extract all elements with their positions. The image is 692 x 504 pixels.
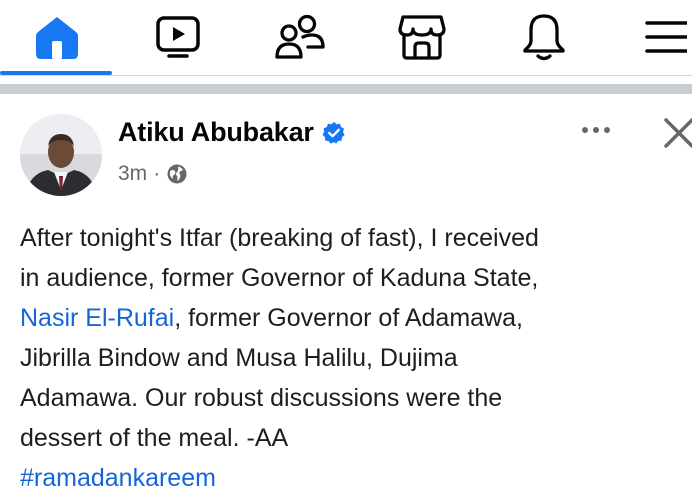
post-meta: 3m · — [118, 162, 188, 186]
post-text-line: Jibrilla Bindow and Musa Halilu, Dujima — [20, 344, 458, 372]
nav-menu[interactable] — [638, 0, 692, 74]
post-options-button[interactable] — [574, 112, 618, 148]
marketplace-icon — [398, 15, 446, 60]
close-icon — [664, 118, 692, 148]
post-card: Atiku Abubakar 3m · After tonight's Itfa… — [0, 94, 692, 504]
post-text-line: dessert of the meal. -AA — [20, 424, 289, 452]
hide-post-button[interactable] — [658, 112, 692, 152]
post-text-fragment: , former Governor of Adamawa, — [174, 304, 523, 332]
menu-icon — [645, 21, 687, 53]
hashtag-link[interactable]: #ramadankareem — [20, 458, 692, 498]
feed-separator — [0, 84, 692, 94]
nav-video[interactable] — [150, 0, 206, 74]
post-body: After tonight's Itfar (breaking of fast)… — [20, 218, 692, 498]
friends-icon — [275, 14, 325, 59]
meta-separator: · — [153, 162, 161, 185]
author-name[interactable]: Atiku Abubakar — [118, 117, 314, 148]
author-row: Atiku Abubakar — [118, 117, 346, 148]
verified-badge-icon — [322, 121, 345, 144]
globe-icon — [167, 164, 187, 184]
home-icon — [36, 17, 78, 59]
post-text-line: Adamawa. Our robust discussions were the — [20, 384, 503, 412]
post-text-line: Nasir El-Rufai, former Governor of Adama… — [20, 298, 692, 338]
nav-home[interactable] — [22, 0, 92, 74]
profile-photo — [20, 114, 102, 196]
more-options-icon — [582, 127, 610, 133]
nav-marketplace[interactable] — [392, 0, 452, 74]
video-icon — [156, 16, 200, 58]
nav-friends[interactable] — [272, 0, 328, 74]
notifications-icon — [523, 14, 565, 61]
nav-notifications[interactable] — [516, 0, 572, 74]
nav-divider — [0, 75, 692, 76]
post-text-line: in audience, former Governor of Kaduna S… — [20, 264, 539, 292]
top-navigation-bar — [0, 0, 692, 78]
post-timestamp[interactable]: 3m — [118, 162, 147, 186]
avatar[interactable] — [20, 114, 102, 196]
post-text-line: After tonight's Itfar (breaking of fast)… — [20, 224, 539, 252]
mention-link[interactable]: Nasir El-Rufai — [20, 304, 174, 332]
